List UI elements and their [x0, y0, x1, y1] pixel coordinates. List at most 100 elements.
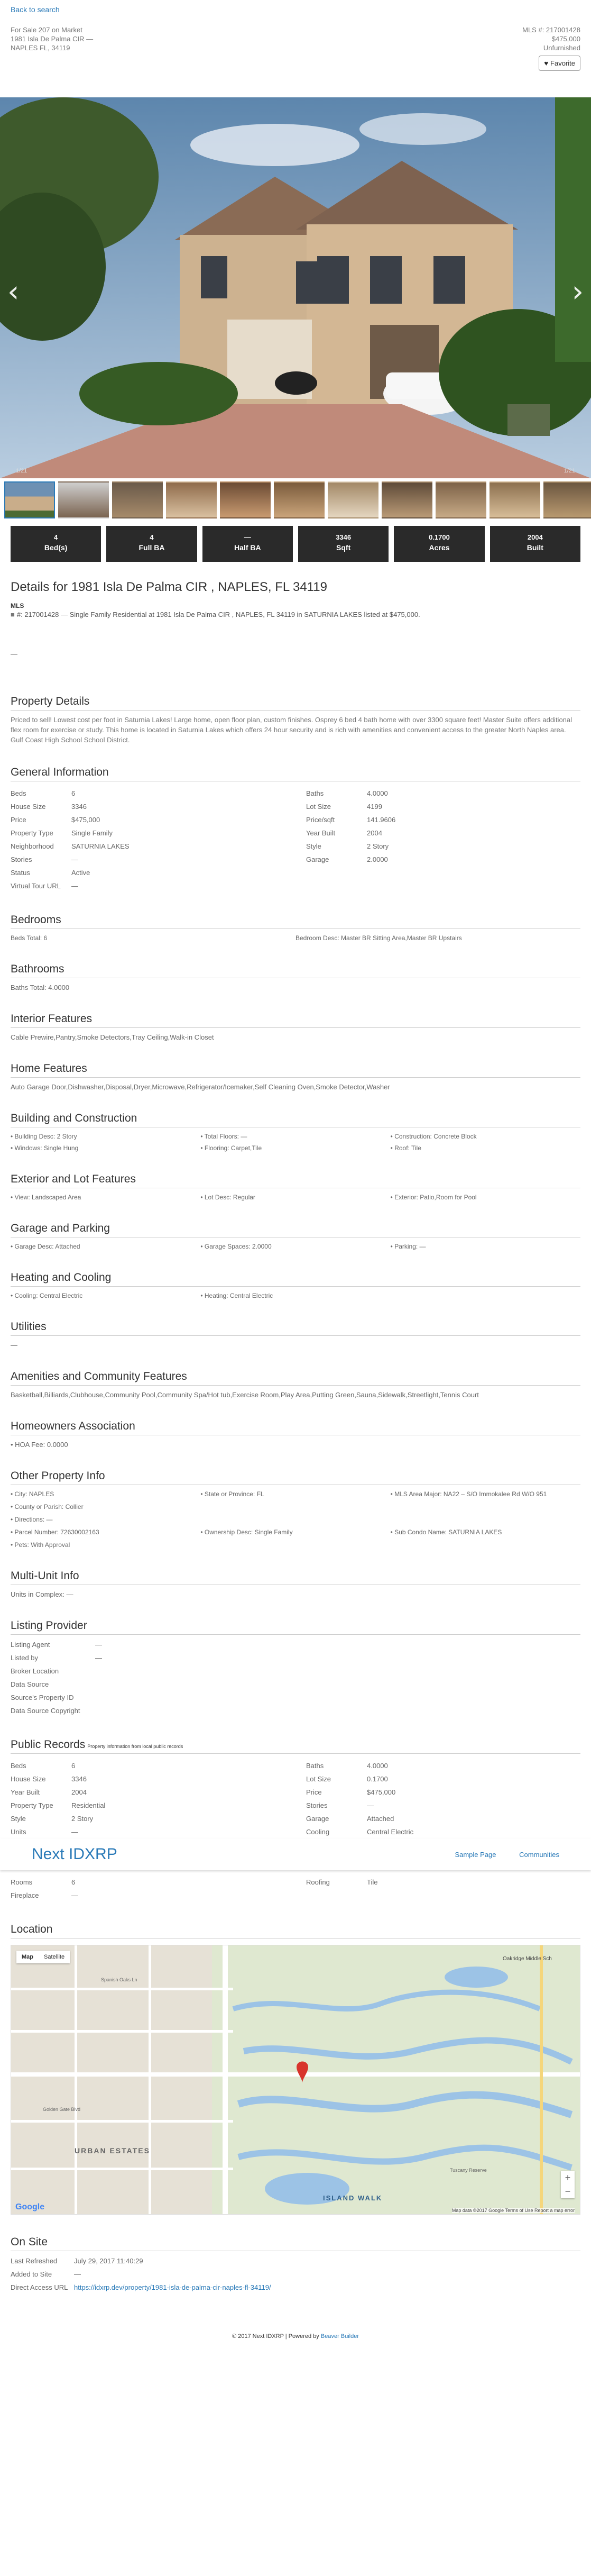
map-canvas — [11, 1945, 580, 2214]
public-records-section: Public Records Property information from … — [0, 1738, 591, 1902]
thumbnail-5[interactable] — [220, 481, 271, 518]
footer-text: © 2017 Next IDXRP | Powered by — [232, 2333, 321, 2340]
section-heading: Interior Features — [11, 1013, 580, 1028]
record-row: Year Built 2004 — [11, 1788, 87, 1796]
home-features-section: Home Features Auto Garage Door,Dishwashe… — [11, 1062, 580, 1091]
provider-row: Source's Property ID — [11, 1694, 74, 1701]
record-row: House Size 3346 — [11, 1775, 87, 1783]
thumbnail-1[interactable] — [4, 481, 55, 518]
thumbnail-4[interactable] — [166, 481, 217, 518]
section-heading: Exterior and Lot Features — [11, 1173, 580, 1188]
back-to-search-link[interactable]: Back to search — [11, 5, 60, 14]
provider-row: Listing Agent — — [11, 1641, 102, 1649]
units-in-complex: Units in Complex: — — [11, 1590, 73, 1598]
bedroom-desc: Bedroom Desc: Master BR Sitting Area,Mas… — [296, 934, 462, 942]
map-zoom-control: + − — [561, 2171, 575, 2198]
site-brand-bar: Next IDXRP Sample Page Communities — [0, 1838, 591, 1870]
next-photo-arrow-icon[interactable]: › — [572, 277, 584, 307]
other-item: • MLS Area Major: NA22 – S/O Immokalee R… — [390, 1490, 547, 1498]
general-left-column: Beds 6 House Size 3346 Price $475,000 Prope… — [11, 787, 285, 893]
nav-sample-page[interactable]: Sample Page — [455, 1851, 496, 1859]
footer-link[interactable]: Beaver Builder — [321, 2333, 359, 2340]
photo-counter-left: 1/21 — [16, 468, 27, 474]
house-photo — [0, 97, 591, 478]
record-row: Rooms 6 — [11, 1878, 76, 1886]
records-left-column: Beds 6 House Size 3346 Year Built 2004 Prop… — [11, 1759, 285, 1838]
thumbnail-7[interactable] — [328, 481, 378, 518]
location-map[interactable]: Map Satellite URBAN ESTATES ISLAND WALK … — [11, 1945, 580, 2215]
interior-section: Interior Features Cable Prewire,Pantry,S… — [11, 1013, 580, 1041]
other-item: • State or Province: FL — [200, 1490, 264, 1498]
general-info-grid: Beds 6 House Size 3346 Price $475,000 Prope… — [11, 787, 580, 893]
info-row: Style 2 Story — [306, 842, 389, 850]
provider-row: Data Source — [11, 1680, 49, 1688]
beds-total: Beds Total: 6 — [11, 934, 48, 942]
baths-total: Baths Total: 4.0000 — [11, 984, 70, 991]
direct-access-link[interactable]: https://idxrp.dev/property/1981-isla-de-… — [74, 2283, 271, 2291]
thumbnail-11[interactable] — [543, 481, 591, 518]
stat-acres: 0.1700 Acres — [394, 526, 485, 562]
multi-unit-section: Multi-Unit Info Units in Complex: — — [11, 1570, 580, 1598]
zoom-in-icon[interactable]: + — [561, 2171, 575, 2184]
building-item: • Construction: Concrete Block — [390, 1133, 477, 1140]
record-row: Units — — [11, 1828, 78, 1836]
satellite-tab[interactable]: Satellite — [39, 1951, 70, 1963]
hoa-section: Homeowners Association • HOA Fee: 0.0000 — [11, 1420, 580, 1449]
building-item: • Building Desc: 2 Story — [11, 1133, 77, 1140]
record-row: Fireplace — — [11, 1891, 78, 1899]
info-row: Price/sqft 141.9606 — [306, 816, 396, 824]
other-item — [200, 1516, 390, 1523]
zoom-out-icon[interactable]: − — [561, 2184, 575, 2198]
bathrooms-section: Bathrooms Baths Total: 4.0000 — [11, 963, 580, 991]
section-heading: Garage and Parking — [11, 1222, 580, 1237]
address-line-1: 1981 Isla De Palma CIR — — [11, 35, 94, 43]
map-tab[interactable]: Map — [16, 1951, 39, 1963]
site-brand-logo[interactable]: Next IDXRP — [32, 1845, 117, 1863]
map-type-toggle: Map Satellite — [16, 1951, 70, 1963]
prev-photo-arrow-icon[interactable]: ‹ — [7, 277, 19, 307]
section-heading: Public Records Property information from … — [11, 1738, 580, 1754]
details-title: Details for 1981 Isla De Palma CIR , NAP… — [11, 580, 327, 594]
general-right-column: Baths 4.0000 Lot Size 4199 Price/sqft 141.9… — [306, 787, 580, 893]
address-line-2: NAPLES FL, 34119 — [11, 44, 70, 52]
thumbnail-2[interactable] — [58, 481, 109, 518]
empty-dash: — — [11, 650, 17, 658]
general-info-section: General Information Beds 6 House Size 3346… — [11, 766, 580, 893]
thumbnail-8[interactable] — [382, 481, 432, 518]
amenities-section: Amenities and Community Features Basketb… — [11, 1370, 580, 1399]
info-row: Lot Size 4199 — [306, 803, 382, 811]
stat-built: 2004 Built — [490, 526, 580, 562]
other-item: • Ownership Desc: Single Family — [200, 1528, 293, 1536]
section-heading: Heating and Cooling — [11, 1271, 580, 1287]
exterior-item: • View: Landscaped Area — [11, 1194, 81, 1201]
record-row: Style 2 Story — [11, 1815, 94, 1823]
info-row: Price $475,000 — [11, 816, 100, 824]
thumbnail-10[interactable] — [490, 481, 540, 518]
amenities-list: Basketball,Billiards,Clubhouse,Community… — [11, 1391, 479, 1399]
section-heading: General Information — [11, 766, 580, 781]
section-heading: Property Details — [11, 695, 580, 711]
favorite-button[interactable]: ♥ Favorite — [539, 56, 580, 71]
thumbnail-3[interactable] — [112, 481, 163, 518]
property-description: Priced to sell! Lowest cost per foot in … — [11, 716, 572, 744]
nav-communities[interactable]: Communities — [519, 1851, 559, 1859]
thumbnail-9[interactable] — [436, 481, 486, 518]
map-label-road-1: Spanish Oaks Ln — [101, 1977, 137, 1982]
record-row: Beds 6 — [11, 1762, 76, 1770]
info-row: Property Type Single Family — [11, 829, 113, 837]
section-heading: Utilities — [11, 1321, 580, 1336]
records-right-column-2: Roofing Tile — [306, 1876, 580, 1902]
garage-section: Garage and Parking • Garage Desc: Attach… — [11, 1222, 580, 1250]
other-item: • Sub Condo Name: SATURNIA LAKES — [390, 1528, 502, 1536]
stats-bar: 4 Bed(s) 4 Full BA — Half BA 3346 Sqft 0.170… — [0, 523, 591, 565]
heating-item: • Cooling: Central Electric — [11, 1292, 83, 1299]
info-row: Garage 2.0000 — [306, 855, 388, 863]
mls-label: MLS — [11, 602, 24, 609]
section-heading: Bedrooms — [11, 914, 580, 929]
building-item: • Flooring: Carpet,Tile — [200, 1144, 262, 1152]
thumbnail-6[interactable] — [274, 481, 325, 518]
stat-half-baths: — Half BA — [202, 526, 293, 562]
thumbnail-strip — [0, 478, 591, 523]
record-row: Roofing Tile — [306, 1878, 378, 1886]
record-row: Property Type Residential — [11, 1801, 106, 1809]
